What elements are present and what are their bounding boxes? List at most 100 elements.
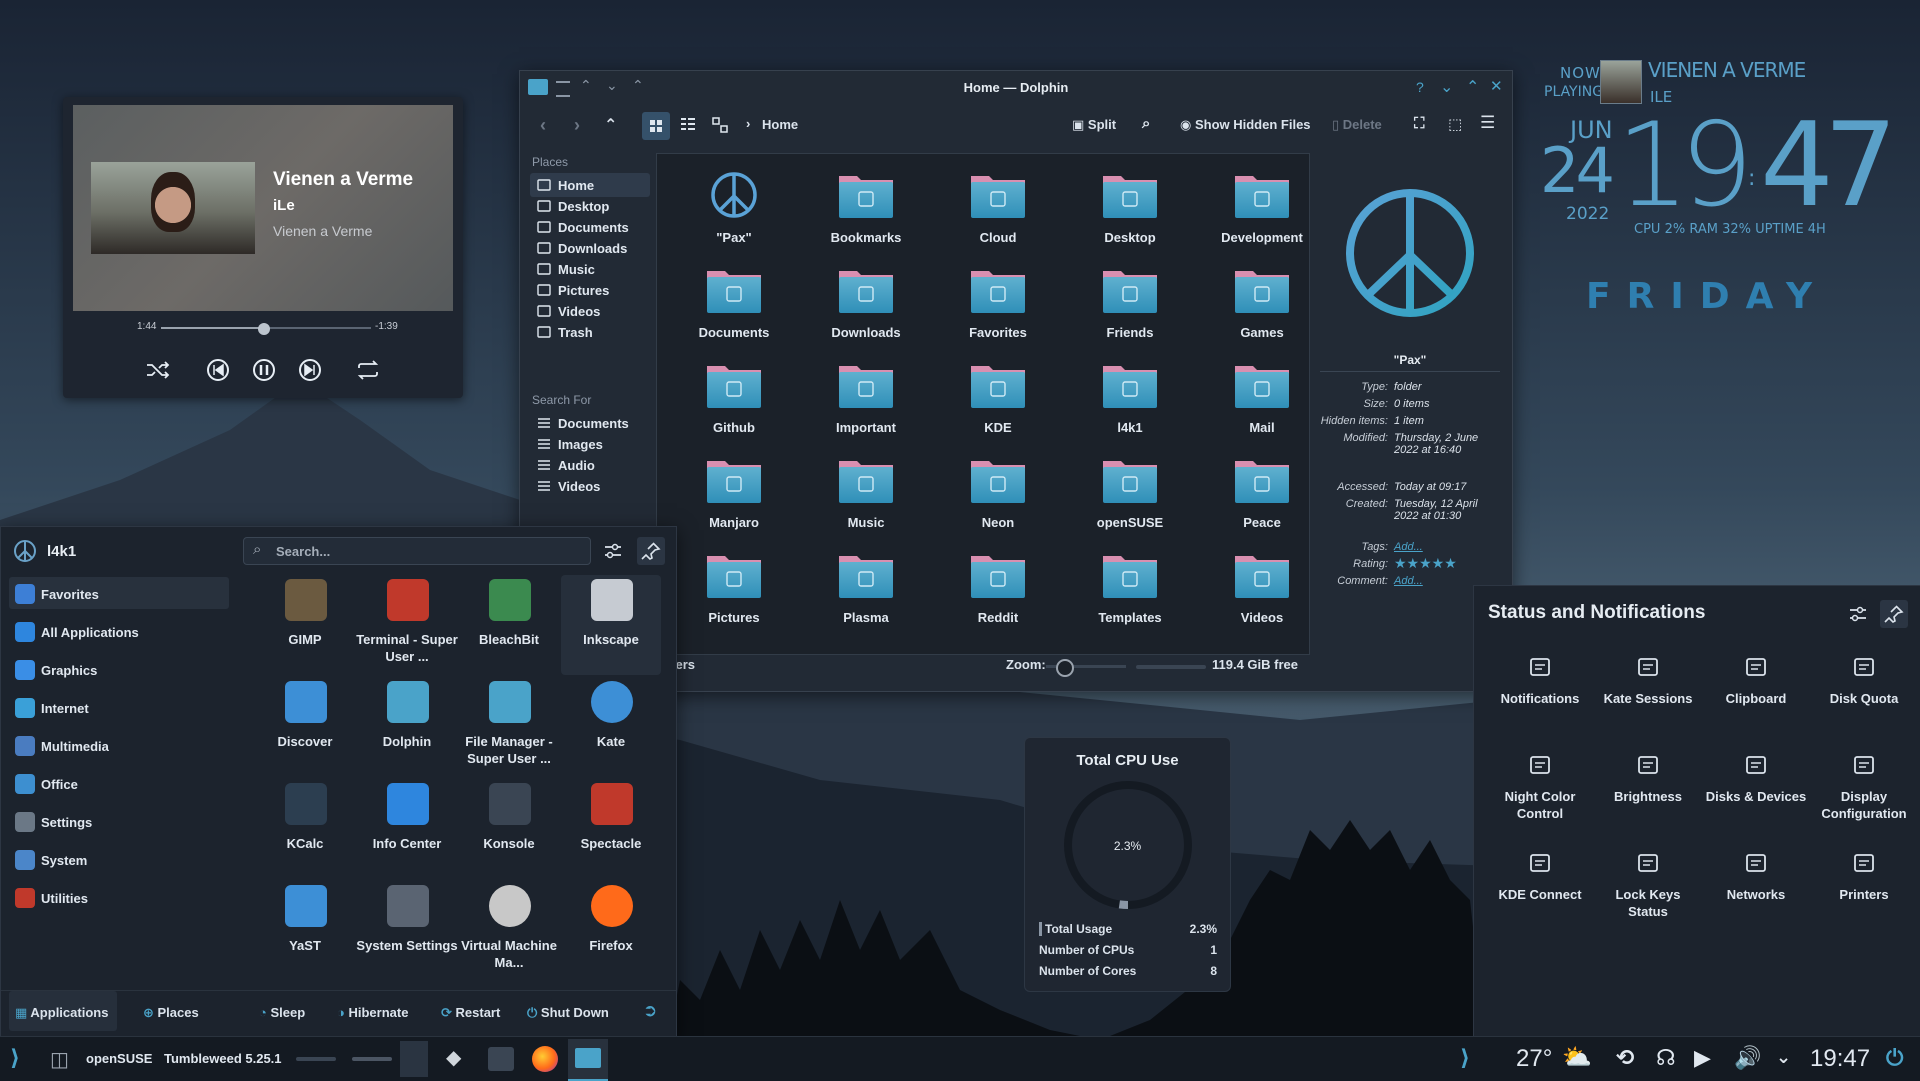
category-item[interactable]: Settings (9, 805, 229, 837)
details-view-icon[interactable] (710, 115, 730, 135)
hamburger-menu-icon[interactable]: ☰ (1480, 113, 1495, 133)
status-item[interactable]: Disks & Devices (1702, 744, 1810, 824)
app-item[interactable]: Virtual Machine Ma... (459, 881, 559, 981)
folder-item[interactable]: Peace (1197, 449, 1317, 539)
places-tab[interactable]: ⊕ Places (143, 1005, 199, 1021)
app-item[interactable]: Konsole (459, 779, 559, 879)
back-icon[interactable]: ‹ (540, 115, 546, 136)
repeat-icon[interactable] (353, 355, 383, 385)
shutdown-button[interactable]: ⏻ Shut Down (527, 1005, 609, 1021)
restart-button[interactable]: ⟳ Restart (441, 1005, 500, 1021)
status-item[interactable]: KDE Connect (1486, 842, 1594, 922)
folder-item[interactable]: openSUSE (1065, 449, 1185, 539)
places-item[interactable]: Trash (530, 320, 650, 344)
status-item[interactable]: Night Color Control (1486, 744, 1594, 824)
headphones-icon[interactable]: ☊ (1656, 1045, 1676, 1071)
app-item[interactable]: Spectacle (561, 779, 661, 879)
folder-item[interactable]: Favorites (933, 259, 1053, 349)
titlebar[interactable]: ⌃ ⌄ ⌃ Home — Dolphin ? ⌄ ⌃ ✕ (520, 71, 1512, 105)
close-icon[interactable]: ✕ (1490, 77, 1503, 95)
virtual-desktop-1[interactable] (296, 1057, 336, 1061)
app-item[interactable]: Terminal - Super User ... (356, 575, 458, 675)
zoom-handle[interactable] (1056, 659, 1074, 677)
info-value[interactable]: Add... (1394, 541, 1504, 553)
clock[interactable]: 19:47 (1810, 1045, 1870, 1073)
status-item[interactable]: Networks (1702, 842, 1810, 922)
category-item[interactable]: Multimedia (9, 729, 229, 761)
help-icon[interactable]: ? (1416, 79, 1424, 95)
maximize-icon[interactable]: ⌃ (1466, 77, 1479, 97)
app-item[interactable]: Firefox (561, 881, 661, 981)
app-item[interactable]: System Settings (356, 881, 458, 981)
status-item[interactable]: Kate Sessions (1594, 646, 1702, 726)
folder-item[interactable]: Github (669, 354, 789, 444)
status-item[interactable]: Clipboard (1702, 646, 1810, 726)
dolphin-task-button[interactable] (568, 1039, 608, 1081)
virtual-desktop-2[interactable] (352, 1057, 392, 1061)
seek-handle[interactable] (257, 323, 270, 335)
hibernate-button[interactable]: ◑ Hibernate (337, 1005, 408, 1020)
pin-icon[interactable] (1880, 600, 1908, 628)
app-item[interactable]: Discover (255, 677, 355, 777)
tray-expand-icon[interactable]: ⌄ (1776, 1047, 1791, 1068)
folder-item[interactable]: Bookmarks (801, 164, 921, 254)
status-item[interactable]: Notifications (1486, 646, 1594, 726)
folder-item[interactable]: Music (801, 449, 921, 539)
folder-item[interactable]: l4k1 (1065, 354, 1185, 444)
pin-icon[interactable] (637, 537, 665, 565)
status-item[interactable]: Brightness (1594, 744, 1702, 824)
media-play-icon[interactable]: ▶ (1694, 1045, 1711, 1071)
leave-arrow-icon[interactable]: ➲ (643, 1001, 657, 1021)
arrow-icon[interactable]: ⟩ (1460, 1045, 1470, 1071)
folder-item[interactable]: Mail (1197, 354, 1317, 444)
folder-item[interactable]: Videos (1197, 544, 1317, 634)
app-item[interactable]: BleachBit (459, 575, 559, 675)
up-icon[interactable]: ⌃ (604, 115, 617, 135)
app-item[interactable]: Info Center (357, 779, 457, 879)
configure-icon[interactable] (601, 539, 625, 563)
shuffle-icon[interactable] (143, 355, 173, 385)
folder-item[interactable]: Pictures (669, 544, 789, 634)
forward-icon[interactable]: › (574, 115, 580, 136)
previous-icon[interactable] (203, 355, 233, 385)
folder-item[interactable]: Neon (933, 449, 1053, 539)
status-item[interactable]: Lock Keys Status (1594, 842, 1702, 922)
folder-item[interactable]: Downloads (801, 259, 921, 349)
folder-item[interactable]: "Pax" (669, 164, 789, 254)
system-settings-task-icon[interactable] (488, 1047, 514, 1071)
app-item[interactable]: Kate (561, 677, 661, 777)
folder-item[interactable]: Friends (1065, 259, 1185, 349)
launcher-button-icon[interactable]: ⟩ (10, 1045, 20, 1071)
inkscape-task-icon[interactable]: ◆ (446, 1045, 461, 1070)
folder-item[interactable]: Documents (669, 259, 789, 349)
rating-stars[interactable]: ★★★★★ (1394, 555, 1457, 572)
folder-item[interactable]: KDE (933, 354, 1053, 444)
category-item[interactable]: System (9, 843, 229, 875)
applications-tab-label[interactable]: ▦ Applications (15, 1005, 108, 1021)
virtual-desktop-3[interactable] (400, 1041, 428, 1077)
category-item[interactable]: Office (9, 767, 229, 799)
search-for-item[interactable]: Videos (530, 474, 650, 498)
compact-view-icon[interactable] (678, 115, 698, 135)
folder-item[interactable]: Important (801, 354, 921, 444)
pause-icon[interactable] (249, 355, 279, 385)
folder-item[interactable]: Desktop (1065, 164, 1185, 254)
weather-icon[interactable]: ⛅ (1562, 1043, 1592, 1072)
select-icon[interactable]: ⬚ (1448, 115, 1462, 133)
pager-icon[interactable]: ◫ (50, 1047, 69, 1072)
sleep-button[interactable]: ◔ Sleep (259, 1005, 305, 1020)
category-item[interactable]: Utilities (9, 881, 229, 913)
search-input[interactable]: ⌕ Search... (243, 537, 591, 565)
app-item[interactable]: Dolphin (357, 677, 457, 777)
search-icon[interactable]: ⌕ (1142, 115, 1150, 132)
user-avatar[interactable] (13, 539, 37, 563)
folder-item[interactable]: Cloud (933, 164, 1053, 254)
category-item[interactable]: Graphics (9, 653, 229, 685)
app-item[interactable]: Inkscape (561, 575, 661, 675)
folder-item[interactable]: Manjaro (669, 449, 789, 539)
app-item[interactable]: File Manager - Super User ... (459, 677, 559, 777)
status-item[interactable]: Printers (1810, 842, 1918, 922)
power-icon[interactable]: ⏻ (1886, 1045, 1903, 1071)
icons-view-icon[interactable] (642, 112, 670, 140)
folder-item[interactable]: Templates (1065, 544, 1185, 634)
